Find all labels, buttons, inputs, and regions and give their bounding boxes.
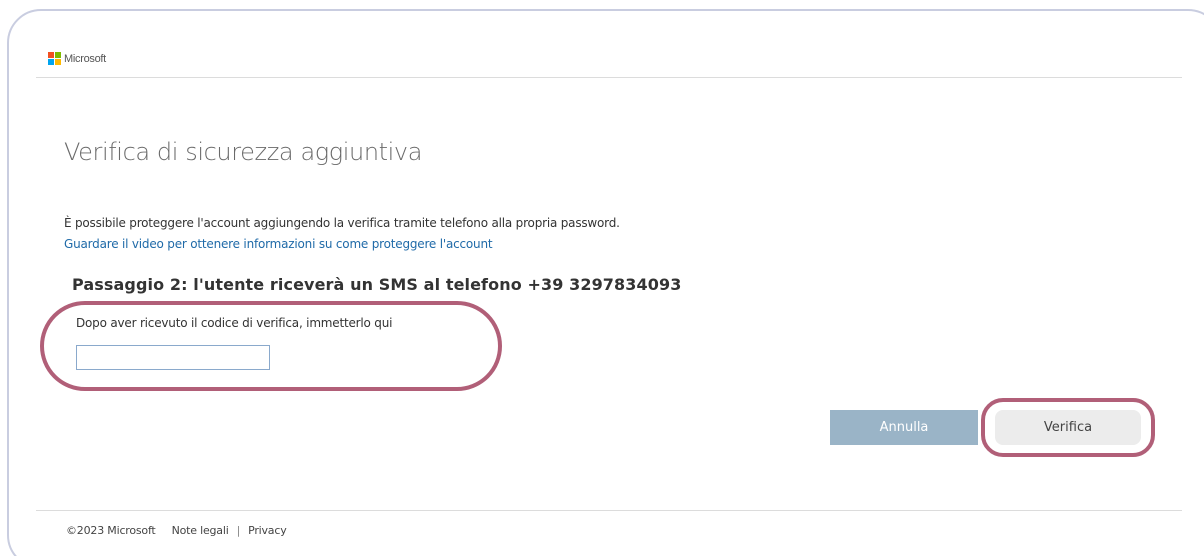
footer-separator: | — [236, 524, 241, 537]
copyright-text: ©2023 Microsoft — [66, 524, 156, 537]
footer-divider — [36, 510, 1182, 511]
microsoft-logo-icon — [48, 52, 61, 65]
video-info-link[interactable]: Guardare il video per ottenere informazi… — [64, 237, 493, 251]
footer: ©2023 Microsoft Note legali | Privacy — [66, 524, 287, 537]
verification-code-label: Dopo aver ricevuto il codice di verifica… — [76, 316, 393, 330]
brand-name: Microsoft — [64, 52, 106, 65]
privacy-link[interactable]: Privacy — [248, 524, 287, 537]
logo-square-red — [48, 52, 54, 58]
page-title: Verifica di sicurezza aggiuntiva — [64, 138, 423, 166]
legal-notes-link[interactable]: Note legali — [172, 524, 229, 537]
verification-code-input[interactable] — [76, 345, 270, 370]
step-title: Passaggio 2: l'utente riceverà un SMS al… — [72, 275, 682, 294]
logo-square-blue — [48, 59, 54, 65]
header: Microsoft — [48, 52, 106, 65]
cancel-button[interactable]: Annulla — [830, 410, 978, 445]
logo-square-green — [55, 52, 61, 58]
logo-square-yellow — [55, 59, 61, 65]
intro-text: È possibile proteggere l'account aggiung… — [64, 216, 620, 230]
verify-button[interactable]: Verifica — [995, 410, 1141, 445]
header-divider — [36, 77, 1182, 78]
